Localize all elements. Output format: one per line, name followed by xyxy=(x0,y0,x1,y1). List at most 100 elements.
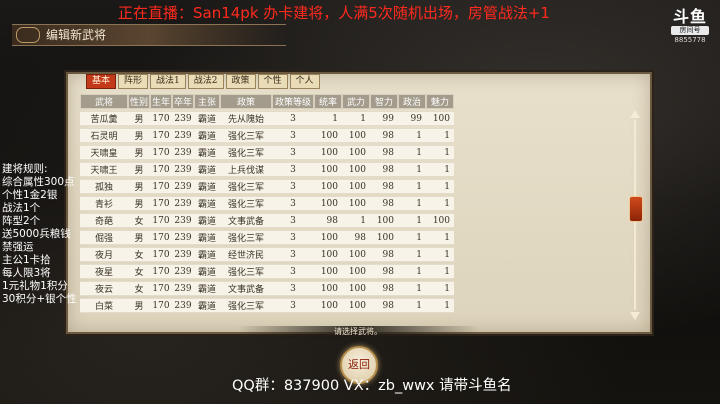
scroll-up-arrow-icon[interactable] xyxy=(630,110,640,118)
table-cell: 1 xyxy=(398,162,426,177)
scroll-thumb[interactable] xyxy=(629,196,643,222)
tab-basic[interactable]: 基本 xyxy=(86,74,117,89)
table-row[interactable]: 孤独男 170 239 霸道 强化三军 3 100 100 98 1 1 xyxy=(80,179,454,194)
column-header[interactable]: 智力 xyxy=(370,94,398,109)
table-row[interactable]: 天啸皇男 170 239 霸道 强化三军 3 100 100 98 1 1 xyxy=(80,145,454,160)
table-cell: 男 xyxy=(128,111,150,126)
column-header[interactable]: 卒年 xyxy=(172,94,194,109)
table-cell: 170 xyxy=(150,264,172,279)
table-row[interactable]: 夜云女 170 239 霸道 文事武备 3 100 100 98 1 1 xyxy=(80,281,454,296)
table-cell: 98 xyxy=(314,213,342,228)
table-cell: 100 xyxy=(370,230,398,245)
table-cell: 强化三军 xyxy=(220,179,272,194)
table-cell: 男 xyxy=(128,179,150,194)
table-cell: 1 xyxy=(398,264,426,279)
table-cell: 239 xyxy=(172,230,194,245)
table-cell: 3 xyxy=(272,179,314,194)
table-row[interactable]: 夜月女 170 239 霸道 经世济民 3 100 100 98 1 1 xyxy=(80,247,454,262)
table-cell: 1 xyxy=(426,128,454,143)
table-cell: 文事武备 xyxy=(220,213,272,228)
tab-tactic-1[interactable]: 战法1 xyxy=(150,74,186,89)
table-cell: 100 xyxy=(342,162,370,177)
table-cell: 99 xyxy=(370,111,398,126)
column-header[interactable]: 武将 xyxy=(80,94,128,109)
rules-line: 综合属性300点 xyxy=(2,176,75,188)
footer-contact: QQ群：837900 VX：zb_wwx 请带斗鱼名 xyxy=(232,378,512,394)
rules-line: 每人限3将 xyxy=(2,267,51,279)
tab-tactic-2[interactable]: 战法2 xyxy=(187,74,224,89)
table-cell: 女 xyxy=(128,264,150,279)
tab-formation[interactable]: 阵形 xyxy=(118,74,149,89)
table-cell: 女 xyxy=(128,213,150,228)
table-cell: 1 xyxy=(426,145,454,160)
logo-main-text: 斗鱼 xyxy=(672,7,707,26)
tab-policy[interactable]: 政策 xyxy=(225,74,256,89)
table-cell: 1 xyxy=(398,298,426,313)
table-cell: 上兵伐谋 xyxy=(220,162,272,177)
table-row[interactable]: 奇葩女 170 239 霸道 文事武备 3 98 1 100 1 100 xyxy=(80,213,454,228)
rules-line: 建将规则: xyxy=(2,163,48,175)
table-cell: 1 xyxy=(342,213,370,228)
table-cell: 98 xyxy=(370,247,398,262)
table-cell: 1 xyxy=(398,247,426,262)
table-cell: 239 xyxy=(172,179,194,194)
table-row[interactable]: 夜星女 170 239 霸道 强化三军 3 100 100 98 1 1 xyxy=(80,264,454,279)
table-cell: 239 xyxy=(172,128,194,143)
table-cell: 100 xyxy=(314,230,342,245)
table-cell: 100 xyxy=(342,145,370,160)
column-header[interactable]: 政治 xyxy=(398,94,426,109)
table-cell: 1 xyxy=(398,281,426,296)
column-header[interactable]: 统率 xyxy=(314,94,342,109)
table-cell: 100 xyxy=(426,213,454,228)
officer-name-cell: 奇葩 xyxy=(80,213,128,228)
table-cell: 98 xyxy=(370,128,398,143)
column-header[interactable]: 生年 xyxy=(150,94,172,109)
table-cell: 239 xyxy=(172,298,194,313)
table-cell: 1 xyxy=(426,264,454,279)
table-cell: 170 xyxy=(150,111,172,126)
table-row[interactable]: 苦瓜羹男 170 239 霸道 先从隗始 3 1 1 99 99 100 xyxy=(80,111,454,126)
officer-name-cell: 天啸王 xyxy=(80,162,128,177)
column-header[interactable]: 政策 xyxy=(220,94,272,109)
panel-title: 编辑新武将 xyxy=(12,24,286,46)
officer-name-cell: 夜云 xyxy=(80,281,128,296)
table-cell: 1 xyxy=(398,213,426,228)
table-cell: 1 xyxy=(398,196,426,211)
table-cell: 霸道 xyxy=(194,213,220,228)
table-cell: 170 xyxy=(150,145,172,160)
officer-name-cell: 白菜 xyxy=(80,298,128,313)
rules-line: 战法1个 xyxy=(2,202,41,214)
table-row[interactable]: 石灵明男 170 239 霸道 强化三军 3 100 100 98 1 1 xyxy=(80,128,454,143)
table-cell: 1 xyxy=(314,111,342,126)
rules-line: 主公1卡拾 xyxy=(2,254,51,266)
table-cell: 100 xyxy=(342,247,370,262)
table-cell: 170 xyxy=(150,162,172,177)
column-header[interactable]: 政策等级 xyxy=(272,94,314,109)
column-header[interactable]: 魅力 xyxy=(426,94,454,109)
scroll-down-arrow-icon[interactable] xyxy=(630,312,640,320)
tab-personal[interactable]: 个人 xyxy=(289,74,320,89)
column-header[interactable]: 武力 xyxy=(342,94,370,109)
table-cell: 女 xyxy=(128,281,150,296)
table-row[interactable]: 倔强男 170 239 霸道 强化三军 3 100 98 100 1 1 xyxy=(80,230,454,245)
table-cell: 霸道 xyxy=(194,179,220,194)
table-cell: 170 xyxy=(150,247,172,262)
table-row[interactable]: 青衫男 170 239 霸道 强化三军 3 100 100 98 1 1 xyxy=(80,196,454,211)
officer-name-cell: 青衫 xyxy=(80,196,128,211)
table-cell: 170 xyxy=(150,179,172,194)
table-cell: 3 xyxy=(272,298,314,313)
tab-personality[interactable]: 个性 xyxy=(257,74,288,89)
column-header[interactable]: 主张 xyxy=(194,94,220,109)
table-cell: 3 xyxy=(272,162,314,177)
table-cell: 男 xyxy=(128,298,150,313)
table-scrollbar[interactable] xyxy=(629,110,643,320)
table-cell: 98 xyxy=(370,179,398,194)
table-cell: 强化三军 xyxy=(220,128,272,143)
table-row[interactable]: 白菜男 170 239 霸道 强化三军 3 100 100 98 1 1 xyxy=(80,298,454,313)
table-cell: 100 xyxy=(426,111,454,126)
column-header[interactable]: 性别 xyxy=(128,94,150,109)
table-cell: 1 xyxy=(426,281,454,296)
table-row[interactable]: 天啸王男 170 239 霸道 上兵伐谋 3 100 100 98 1 1 xyxy=(80,162,454,177)
table-cell: 霸道 xyxy=(194,128,220,143)
table-cell: 1 xyxy=(398,145,426,160)
